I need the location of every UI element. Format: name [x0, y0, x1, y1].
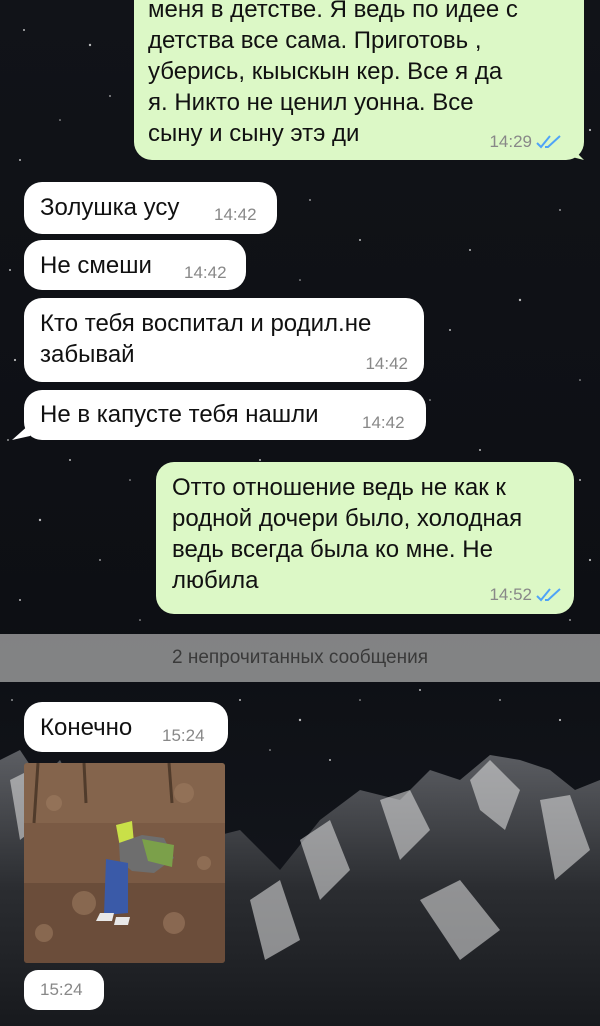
unread-messages-divider: 2 непрочитанных сообщения: [0, 634, 600, 682]
message-bubble-outgoing[interactable]: меня в детстве. Я ведь по идее с детства…: [134, 0, 584, 160]
bubble-tail: [12, 424, 30, 440]
message-bubble-incoming[interactable]: Не смеши 14:42: [24, 240, 246, 290]
message-text: Не в капусте тебя нашли: [40, 401, 319, 428]
message-time: 15:24: [162, 726, 205, 745]
message-time: 14:42: [362, 413, 405, 432]
message-time-bubble: 15:24: [24, 970, 104, 1010]
message-bubble-incoming[interactable]: Конечно 15:24: [24, 702, 228, 752]
message-bubble-incoming[interactable]: Кто тебя воспитал и родил.не забывай 14:…: [24, 298, 424, 382]
message-text: Не смеши: [40, 252, 152, 279]
message-text: меня в детстве. Я ведь по идее с детства…: [148, 0, 518, 147]
read-ticks-icon: [536, 135, 561, 149]
message-time: 14:42: [214, 205, 257, 224]
photo-thumbnail: [24, 763, 225, 963]
photo-attachment[interactable]: [24, 763, 225, 963]
message-text: Отто отношение ведь не как к родной доче…: [172, 474, 523, 594]
message-bubble-incoming[interactable]: Не в капусте тебя нашли 14:42: [24, 390, 426, 440]
message-text: Кто тебя воспитал и родил.не забывай: [40, 310, 372, 368]
message-time: 14:42: [365, 354, 408, 373]
message-time: 14:42: [184, 263, 227, 282]
message-text: Конечно: [40, 714, 133, 741]
message-bubble-outgoing[interactable]: Отто отношение ведь не как к родной доче…: [156, 462, 574, 614]
bubble-tail: [568, 144, 584, 160]
message-time: 15:24: [40, 980, 83, 999]
read-ticks-icon: [536, 588, 561, 602]
message-time: 14:29: [489, 132, 532, 151]
message-time: 14:52: [489, 585, 532, 604]
message-bubble-incoming[interactable]: Золушка усу 14:42: [24, 182, 277, 234]
message-text: Золушка усу: [40, 194, 180, 221]
